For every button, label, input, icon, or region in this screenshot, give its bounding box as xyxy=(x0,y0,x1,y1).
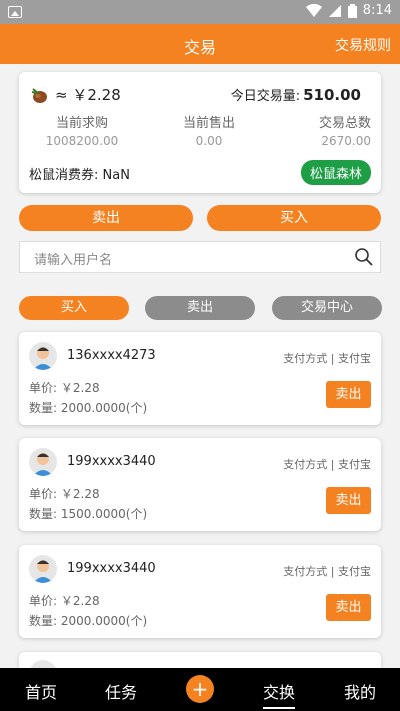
stat-label: 交易总数 xyxy=(318,116,371,131)
app-header: 交易 交易规则 xyxy=(0,24,400,64)
gallery-notification-icon xyxy=(8,6,22,18)
user-avatar-icon xyxy=(33,453,53,476)
user-name: 136xxxx4273 xyxy=(67,348,156,363)
unit-price-label: 单价: xyxy=(29,381,58,395)
payment-method: 支付方式 | 支付宝 xyxy=(283,565,371,578)
quantity-value: 1500.0000(个) xyxy=(60,507,148,521)
coupon-row: 松鼠消费券: NaN xyxy=(29,164,130,183)
add-icon[interactable]: + xyxy=(186,675,214,703)
buy-button[interactable]: 买入 xyxy=(207,205,381,231)
coupon-value: NaN xyxy=(102,168,130,183)
unit-price: 单价: ￥2.28 xyxy=(29,592,100,609)
stat-value: 2670.00 xyxy=(321,134,371,148)
nav-tasks[interactable]: 任务 xyxy=(105,679,137,703)
pinecone-icon xyxy=(31,87,47,103)
battery-icon xyxy=(347,3,357,18)
tab-trade-center[interactable]: 交易中心 xyxy=(272,296,382,320)
nav-home[interactable]: 首页 xyxy=(25,679,57,703)
quantity-value: 2000.0000(个) xyxy=(60,614,148,628)
user-avatar-icon xyxy=(33,560,53,583)
order-sell-button[interactable]: 卖出 xyxy=(326,594,371,621)
search-input[interactable]: 请输入用户名 xyxy=(34,249,112,268)
stat-label: 当前售出 xyxy=(182,116,235,131)
quantity: 数量: 2000.0000(个) xyxy=(29,612,147,629)
avatar xyxy=(29,448,57,476)
nav-mine[interactable]: 我的 xyxy=(344,679,376,703)
search-box[interactable]: 请输入用户名 xyxy=(19,241,381,273)
quantity-value: 2000.0000(个) xyxy=(60,401,148,415)
status-time: 8:14 xyxy=(362,3,392,18)
unit-price: 单价: ￥2.28 xyxy=(29,379,100,396)
quantity-label: 数量: xyxy=(29,614,58,628)
unit-price-label: 单价: xyxy=(29,594,58,608)
user-avatar-icon xyxy=(33,347,53,370)
today-volume: 今日交易量: 510.00 xyxy=(231,85,361,104)
stat-label: 当前求购 xyxy=(55,116,108,131)
order-card: 199xxxx3440 支付方式 | 支付宝 单价: ￥2.28 数量: 200… xyxy=(19,545,381,638)
price-row: ≈ ￥2.28 xyxy=(29,84,121,105)
status-bar: 8:14 xyxy=(0,0,400,24)
market-summary-card: ≈ ￥2.28 今日交易量: 510.00 当前求购 1008200.00 当前售… xyxy=(19,72,381,193)
status-icons: 8:14 xyxy=(305,3,392,18)
search-icon[interactable] xyxy=(354,247,374,267)
avatar xyxy=(29,660,57,668)
stat-value: 0.00 xyxy=(195,134,223,148)
order-card: 199xxxx3440 支付方式 | 支付宝 单价: ￥2.28 数量: 150… xyxy=(19,438,381,531)
avatar xyxy=(29,342,57,370)
unit-price: 单价: ￥2.28 xyxy=(29,485,100,502)
nav-exchange[interactable]: 交换 xyxy=(263,679,296,709)
squirrel-forest-button[interactable]: 松鼠森林 xyxy=(300,160,371,185)
stat-value: 1008200.00 xyxy=(45,134,119,148)
bottom-nav: 首页 任务 + 交换 我的 xyxy=(0,668,400,711)
quantity-label: 数量: xyxy=(29,401,58,415)
stat-current-sell: 当前售出 0.00 xyxy=(164,112,254,148)
quantity: 数量: 2000.0000(个) xyxy=(29,399,147,416)
payment-method: 支付方式 | 支付宝 xyxy=(283,352,371,365)
signal-icon xyxy=(328,4,341,17)
quantity: 数量: 1500.0000(个) xyxy=(29,505,147,522)
stat-total-trades: 交易总数 2670.00 xyxy=(291,112,371,148)
order-card-partial xyxy=(19,652,381,668)
unit-price-label: 单价: xyxy=(29,487,58,501)
trade-rules-link[interactable]: 交易规则 xyxy=(335,35,391,55)
order-sell-button[interactable]: 卖出 xyxy=(326,487,371,514)
user-name: 199xxxx3440 xyxy=(67,454,156,469)
unit-price-value: ￥2.28 xyxy=(60,594,100,608)
coupon-label: 松鼠消费券: xyxy=(29,168,99,183)
current-price: ≈ ￥2.28 xyxy=(55,86,121,104)
avatar xyxy=(29,555,57,583)
unit-price-value: ￥2.28 xyxy=(60,381,100,395)
stat-current-buy: 当前求购 1008200.00 xyxy=(37,112,127,148)
sell-button[interactable]: 卖出 xyxy=(19,205,193,231)
tab-buy[interactable]: 买入 xyxy=(19,296,129,320)
user-name: 199xxxx3440 xyxy=(67,561,156,576)
quantity-label: 数量: xyxy=(29,507,58,521)
payment-method: 支付方式 | 支付宝 xyxy=(283,458,371,471)
order-sell-button[interactable]: 卖出 xyxy=(326,381,371,408)
today-volume-label: 今日交易量: xyxy=(230,89,301,104)
unit-price-value: ￥2.28 xyxy=(60,487,100,501)
wifi-icon xyxy=(305,3,322,17)
tab-sell[interactable]: 卖出 xyxy=(145,296,255,320)
today-volume-value: 510.00 xyxy=(303,86,361,104)
order-card: 136xxxx4273 支付方式 | 支付宝 单价: ￥2.28 数量: 200… xyxy=(19,332,381,425)
